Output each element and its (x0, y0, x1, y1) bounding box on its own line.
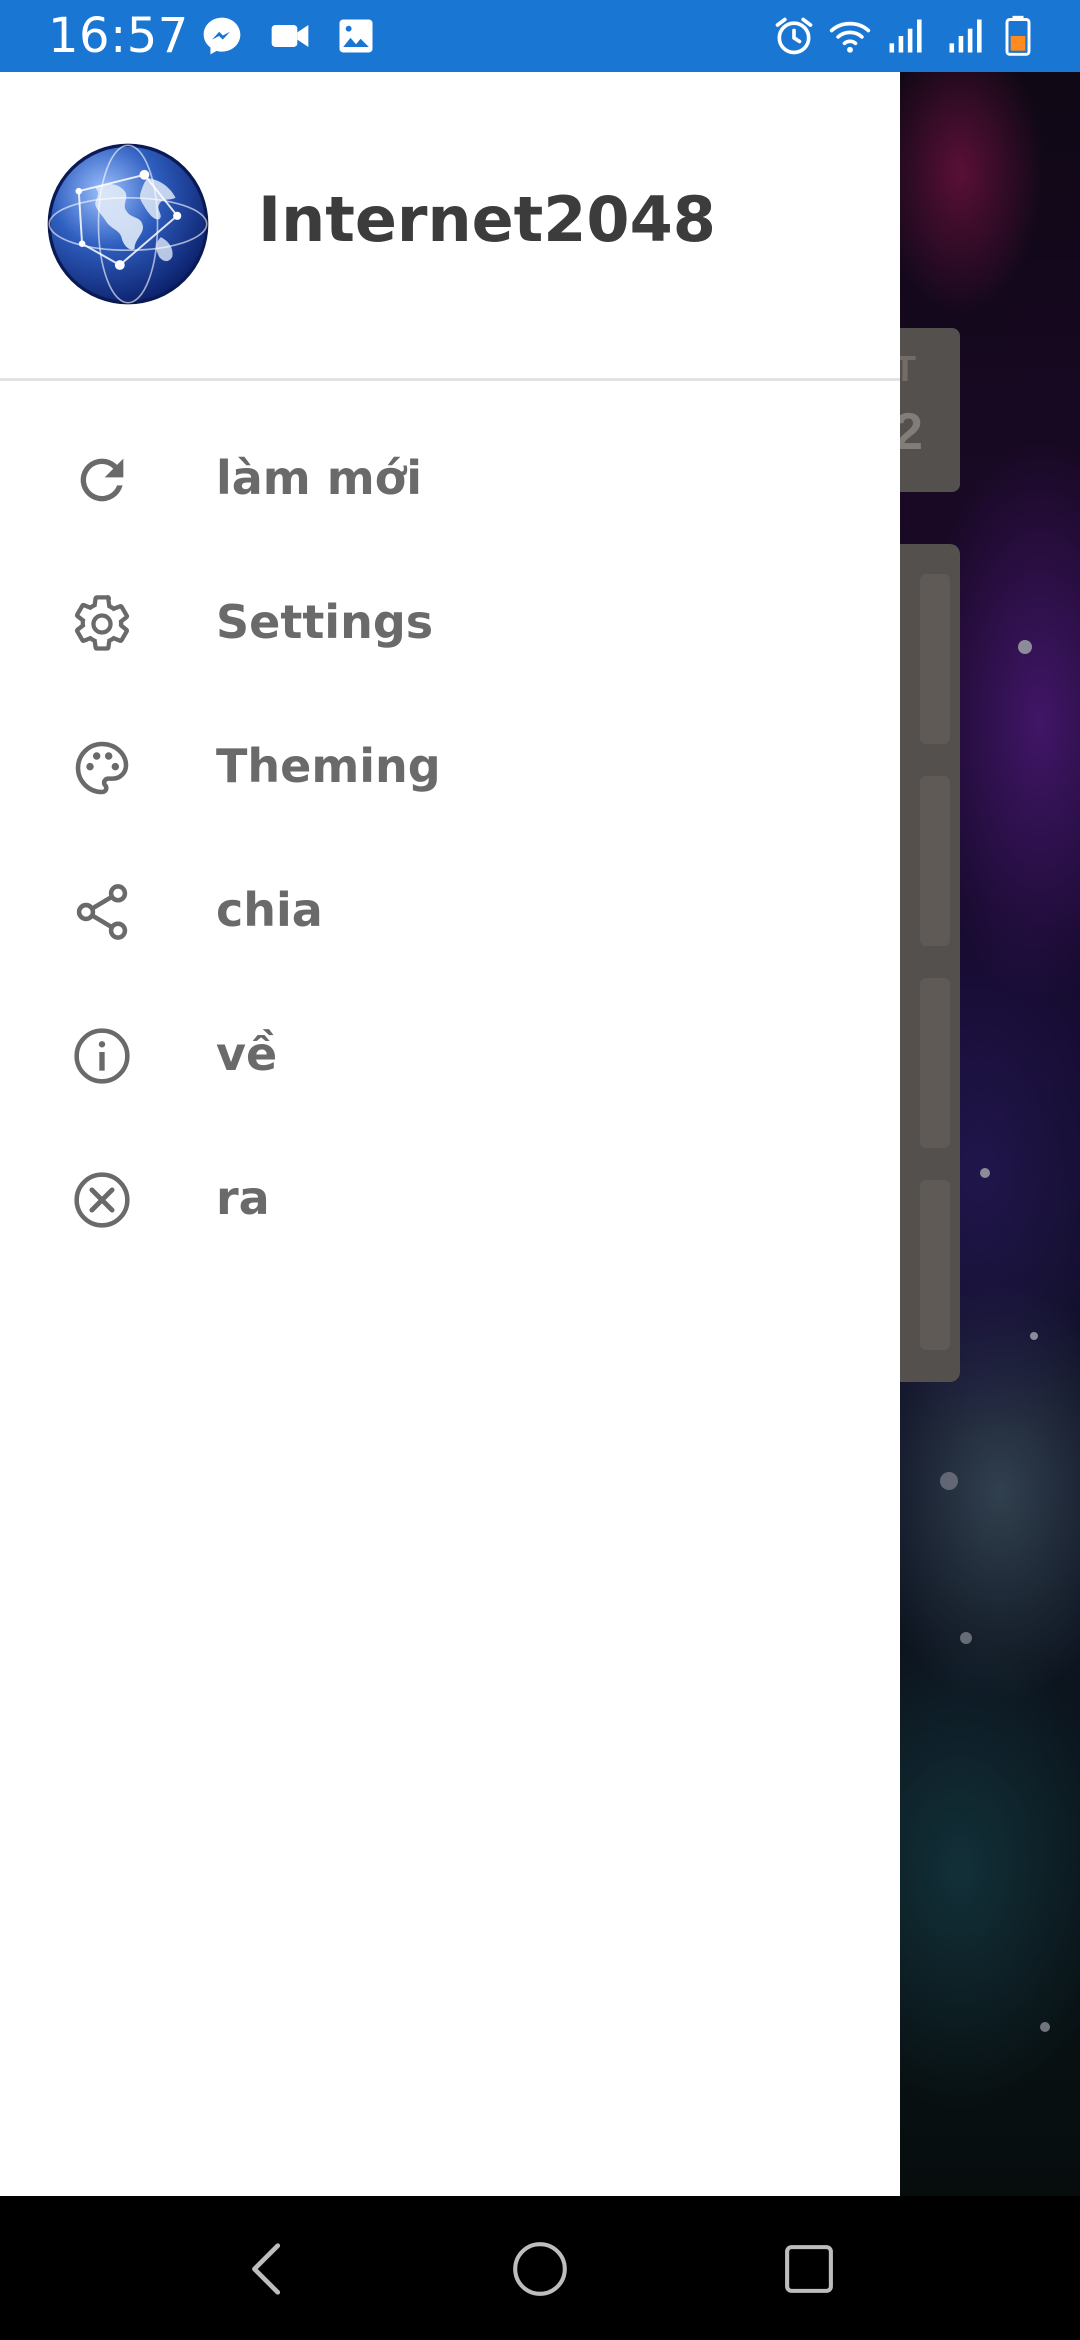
menu-item-label: làm mới (216, 451, 423, 505)
menu-item-label: về (216, 1027, 278, 1081)
menu-item-theming[interactable]: Theming (0, 694, 900, 838)
back-icon[interactable] (234, 2234, 304, 2304)
image-icon (339, 19, 373, 53)
menu-item-about[interactable]: về (0, 982, 900, 1126)
video-camera-icon (271, 25, 309, 47)
drawer-menu: làm mới Settings Theming chia về ra (0, 406, 900, 1270)
home-icon[interactable] (505, 2234, 575, 2304)
wifi-icon (829, 21, 871, 53)
signal-icon (889, 19, 922, 53)
menu-item-label: chia (216, 883, 323, 937)
globe-logo (47, 143, 209, 305)
refresh-icon (80, 458, 124, 502)
share-icon (76, 884, 128, 940)
menu-item-label: Theming (216, 739, 441, 793)
info-icon (74, 1028, 130, 1084)
battery-icon (1005, 15, 1031, 56)
menu-item-settings[interactable]: Settings (0, 550, 900, 694)
signal-icon (949, 19, 982, 53)
status-time: 16:57 (48, 8, 189, 64)
app-title: Internet2048 (258, 183, 716, 256)
drawer-header: Internet2048 (0, 72, 900, 381)
system-nav-bar (0, 2196, 1080, 2340)
gear-icon (74, 595, 130, 651)
status-bar: 16:57 (0, 0, 1080, 72)
menu-item-label: ra (216, 1171, 270, 1225)
menu-item-exit[interactable]: ra (0, 1126, 900, 1270)
messenger-icon (203, 17, 241, 55)
menu-item-share[interactable]: chia (0, 838, 900, 982)
navigation-drawer: Internet2048 làm mới Settings Theming ch… (0, 72, 900, 2196)
alarm-icon (775, 17, 813, 55)
menu-item-label: Settings (216, 595, 434, 649)
recents-icon[interactable] (774, 2234, 844, 2304)
menu-item-refresh[interactable]: làm mới (0, 406, 900, 550)
close-circle-icon (74, 1172, 130, 1228)
palette-icon (75, 741, 129, 795)
